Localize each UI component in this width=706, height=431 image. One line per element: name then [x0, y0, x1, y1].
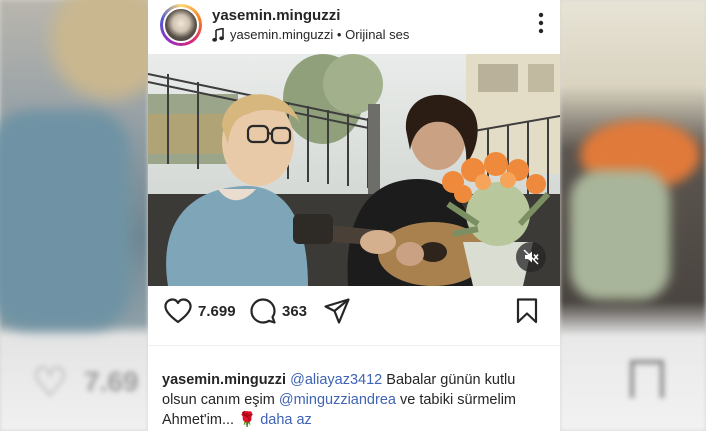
audio-label: yasemin.minguzzi • Orijinal ses: [230, 27, 410, 42]
mute-button[interactable]: [516, 242, 546, 272]
audio-attribution[interactable]: yasemin.minguzzi • Orijinal ses: [212, 27, 409, 42]
share-icon: [324, 298, 350, 324]
blurred-left-panel: ♡ 7.69: [0, 0, 170, 431]
bookmark-icon: [516, 298, 538, 324]
blurred-bookmark-icon: [630, 360, 664, 398]
post-caption: yasemin.minguzzi @aliayaz3412 Babalar gü…: [162, 370, 550, 430]
comment-icon: [250, 298, 276, 324]
rose-emoji: 🌹: [238, 412, 257, 428]
blurred-heart-icon: ♡: [32, 361, 68, 405]
more-vertical-icon[interactable]: [538, 12, 544, 34]
avatar[interactable]: [160, 4, 202, 46]
action-bar: 7.699 363: [148, 294, 560, 330]
instagram-post-card: yasemin.minguzzi yasemin.minguzzi • Orij…: [148, 0, 560, 431]
save-button[interactable]: [516, 298, 538, 324]
music-note-icon: [212, 27, 224, 42]
blurred-right-panel: [560, 0, 706, 431]
comment-button[interactable]: 363: [250, 298, 307, 324]
mute-icon: [523, 249, 539, 265]
post-header: yasemin.minguzzi yasemin.minguzzi • Orij…: [148, 0, 560, 54]
share-button[interactable]: [324, 298, 350, 324]
like-button[interactable]: 7.699: [164, 298, 236, 324]
like-count[interactable]: 7.699: [198, 303, 236, 320]
caption-mention-1[interactable]: @aliayaz3412: [290, 372, 382, 388]
video-frame: [148, 54, 560, 286]
comment-count[interactable]: 363: [282, 303, 307, 320]
blurred-like-count: 7.69: [84, 366, 139, 397]
caption-mention-2[interactable]: @minguzziandrea: [279, 392, 396, 408]
post-username[interactable]: yasemin.minguzzi: [212, 7, 340, 24]
avatar-image: [163, 7, 199, 43]
show-less-link[interactable]: daha az: [260, 412, 312, 428]
post-video[interactable]: [148, 54, 560, 286]
heart-icon: [164, 298, 192, 324]
caption-username[interactable]: yasemin.minguzzi: [162, 372, 286, 388]
divider: [148, 345, 560, 346]
